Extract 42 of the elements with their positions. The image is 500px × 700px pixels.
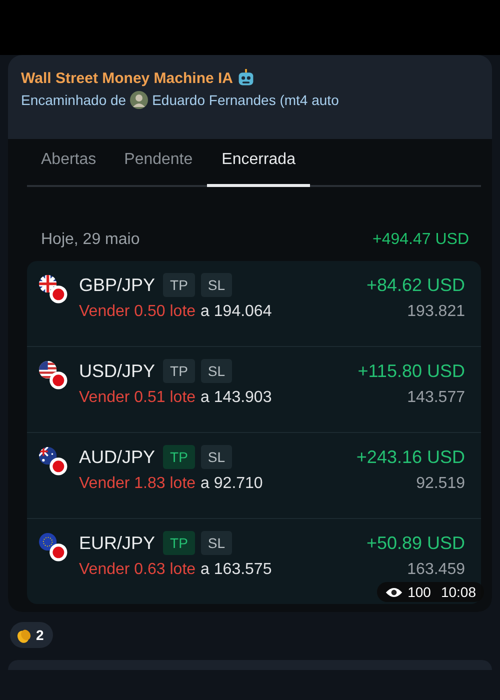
close-price: 92.519: [416, 475, 465, 493]
trade-side: Vender 1.83 lote: [79, 475, 196, 493]
stop-loss-tag: SL: [200, 359, 232, 383]
trade-profit: +243.16 USD: [356, 446, 465, 468]
tab[interactable]: Pendente: [110, 139, 207, 187]
tab[interactable]: Encerrada: [206, 139, 310, 187]
currency-pair: USD/JPY: [79, 360, 156, 382]
close-price: 193.821: [407, 303, 465, 321]
stop-loss-tag: SL: [200, 273, 232, 297]
forwarded-from[interactable]: Eduardo Fernandes (mt4 auto: [152, 92, 339, 108]
take-profit-tag: TP: [163, 531, 195, 555]
close-price: 143.577: [407, 389, 465, 407]
currency-pair: GBP/JPY: [79, 274, 156, 296]
avatar-icon: [130, 91, 148, 109]
trade-side: Vender 0.51 lote: [79, 389, 196, 407]
robot-icon: [237, 69, 255, 87]
view-count: 100: [408, 584, 431, 600]
open-price: a 163.575: [200, 561, 272, 579]
trade-side: Vender 0.50 lote: [79, 303, 196, 321]
take-profit-tag: TP: [163, 445, 195, 469]
forwarded-label: Encaminhado de: [21, 92, 126, 108]
tab[interactable]: Abertas: [27, 139, 110, 187]
eye-icon: [384, 586, 403, 598]
message-time: 10:08: [440, 584, 476, 600]
stop-loss-tag: SL: [200, 531, 232, 555]
trade-profit: +115.80 USD: [358, 360, 465, 382]
open-price: a 92.710: [200, 475, 263, 493]
channel-name[interactable]: Wall Street Money Machine IA: [21, 70, 233, 86]
open-price: a 194.064: [200, 303, 272, 321]
reaction-button[interactable]: 2: [10, 622, 53, 648]
day-total: +494.47 USD: [372, 231, 469, 249]
currency-pair: AUD/JPY: [79, 446, 156, 468]
take-profit-tag: TP: [163, 359, 195, 383]
close-price: 163.459: [407, 561, 465, 579]
take-profit-tag: TP: [163, 273, 195, 297]
open-price: a 143.903: [200, 389, 272, 407]
date-label: Hoje, 29 maio: [41, 231, 140, 249]
stop-loss-tag: SL: [200, 445, 232, 469]
trade-profit: +50.89 USD: [366, 532, 465, 554]
trade-side: Vender 0.63 lote: [79, 561, 196, 579]
trade-profit: +84.62 USD: [366, 274, 465, 296]
currency-pair: EUR/JPY: [79, 532, 156, 554]
